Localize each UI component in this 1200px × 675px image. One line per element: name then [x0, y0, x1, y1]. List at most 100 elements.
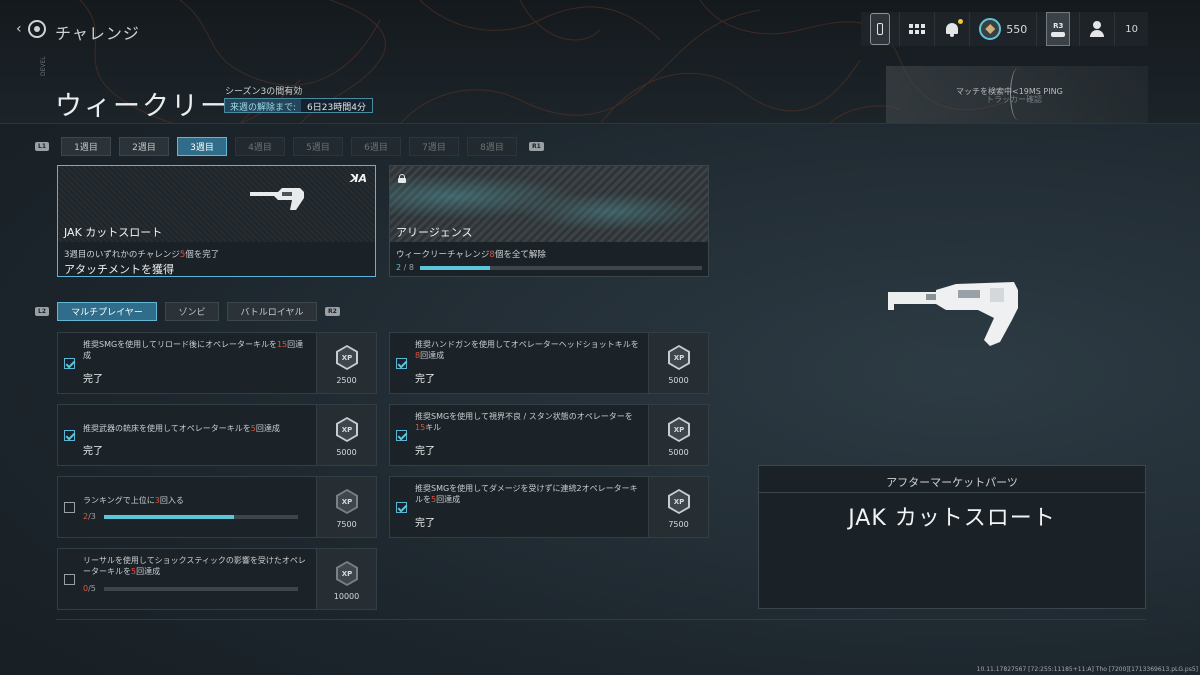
challenge-item[interactable]: 推奨武器の銃床を使用してオペレーターキルを5回達成 完了 5000	[57, 404, 377, 466]
party-icon	[1089, 21, 1105, 37]
checkbox[interactable]	[64, 358, 75, 369]
unlock-label: 来週の解除まで:	[225, 99, 302, 113]
party-count: 10	[1125, 23, 1138, 35]
page-title: ウィークリー	[55, 91, 229, 122]
tab-week-8[interactable]: 8週目	[467, 137, 517, 156]
reward-progress: 2 / 8	[396, 263, 702, 272]
challenge-text: リーサルを使用してショックスティックの影響を受けたオペレーターキルを5回達成	[83, 556, 306, 576]
rank-value: 550	[1006, 22, 1028, 36]
detail-panel: アフターマーケットパーツ JAK カットスロート	[758, 465, 1146, 609]
checkbox[interactable]	[396, 358, 407, 369]
xp-reward: 7500	[316, 477, 376, 537]
challenge-item[interactable]: ランキングで上位に3回入る 2/3 7500	[57, 476, 377, 538]
challenge-item[interactable]: リーサルを使用してショックスティックの影響を受けたオペレーターキルを5回達成 0…	[57, 548, 377, 610]
r2-hint: R2	[325, 307, 340, 316]
xp-icon	[336, 345, 358, 370]
challenge-text: 推奨SMGを使用してダメージを受けずに連続2オペレーターキルを5回達成	[415, 484, 638, 504]
matchmaking-panel: マッチを検索中<19MS PING トラッカー確認	[886, 66, 1148, 123]
hud-menu[interactable]	[900, 12, 936, 46]
detail-item-name: JAK カットスロート	[848, 506, 1056, 531]
reward-name: JAK カットスロート	[64, 226, 163, 239]
xp-icon	[668, 489, 690, 514]
hud-rank[interactable]: 550	[970, 12, 1038, 46]
reward-desc: ウィークリーチャレンジ8個を全て解除	[396, 250, 546, 260]
brand-logo: ꓘA	[349, 172, 367, 185]
tab-battle-royale[interactable]: バトルロイヤル	[227, 302, 317, 321]
checkbox[interactable]	[396, 430, 407, 441]
challenge-item[interactable]: 推奨SMGを使用してリロード後にオペレーターキルを15回達成 完了 2500	[57, 332, 377, 394]
checkbox[interactable]	[396, 502, 407, 513]
challenge-status: 完了	[415, 518, 435, 529]
header-bar: ‹ チャレンジ 550 R3 10 DEVEL ウィークリー シーズン3の間有効…	[0, 0, 1200, 124]
challenge-text: 推奨武器の銃床を使用してオペレーターキルを5回達成	[83, 424, 280, 433]
detail-category: アフターマーケットパーツ	[886, 476, 1018, 489]
challenge-progress: 0/5	[83, 584, 298, 593]
challenge-status: 完了	[83, 446, 103, 457]
l2-hint: L2	[35, 307, 49, 316]
divider	[56, 619, 1146, 620]
week-tabs: L1 1週目 2週目 3週目 4週目 5週目 6週目 7週目 8週目 R1	[35, 137, 544, 156]
tab-week-5[interactable]: 5週目	[293, 137, 343, 156]
challenge-status: 完了	[415, 446, 435, 457]
bell-icon	[944, 19, 964, 37]
hud-phone[interactable]	[861, 12, 901, 46]
xp-amount: 5000	[668, 448, 689, 457]
hud-r3[interactable]: R3	[1037, 12, 1081, 46]
r1-hint: R1	[529, 142, 544, 151]
hud-notifications[interactable]	[935, 12, 971, 46]
xp-icon	[668, 345, 690, 370]
r3-button-icon: R3	[1046, 12, 1071, 46]
progress-bar	[419, 265, 702, 270]
challenge-item[interactable]: 推奨SMGを使用して視界不良 / スタン状態のオペレーターを15キル 完了 50…	[389, 404, 709, 466]
tab-week-1[interactable]: 1週目	[61, 137, 111, 156]
challenge-progress: 2/3	[83, 512, 298, 521]
reward-sub: アタッチメントを獲得	[64, 263, 174, 276]
tab-week-6[interactable]: 6週目	[351, 137, 401, 156]
lock-icon	[398, 174, 406, 183]
hud-party[interactable]	[1080, 12, 1116, 46]
checkbox[interactable]	[64, 574, 75, 585]
checkbox[interactable]	[64, 430, 75, 441]
challenge-text: ランキングで上位に3回入る	[83, 496, 184, 505]
xp-amount: 2500	[336, 376, 357, 385]
xp-reward: 5000	[648, 405, 708, 465]
phone-icon	[870, 13, 891, 45]
xp-amount: 5000	[668, 376, 689, 385]
tab-week-2[interactable]: 2週目	[119, 137, 169, 156]
reward-name: アリージェンス	[396, 226, 473, 239]
xp-amount: 7500	[336, 520, 357, 529]
reward-card-jak[interactable]: ꓘA JAK カットスロート 3週目のいずれかのチャレンジ5個を完了 アタッチメ…	[57, 165, 376, 277]
r3-label: R3	[1053, 21, 1064, 30]
xp-reward: 5000	[648, 333, 708, 393]
back-button[interactable]: ‹	[16, 20, 46, 38]
challenge-item[interactable]: 推奨ハンドガンを使用してオペレーターヘッドショットキルを8回達成 完了 5000	[389, 332, 709, 394]
reward-desc: 3週目のいずれかのチャレンジ5個を完了	[64, 250, 220, 260]
xp-amount: 5000	[336, 448, 357, 457]
xp-reward: 5000	[316, 405, 376, 465]
checkbox[interactable]	[64, 502, 75, 513]
unlock-timer: 来週の解除まで: 6日23時間4分	[224, 98, 373, 113]
challenge-item[interactable]: 推奨SMGを使用してダメージを受けずに連続2オペレーターキルを5回達成 完了 7…	[389, 476, 709, 538]
tab-week-7[interactable]: 7週目	[409, 137, 459, 156]
challenge-text: 推奨SMGを使用して視界不良 / スタン状態のオペレーターを15キル	[415, 412, 633, 432]
challenge-status: 完了	[415, 374, 435, 385]
chevron-left-icon: ‹	[16, 21, 22, 37]
matchmaking-sub: トラッカー確認	[986, 95, 1042, 104]
tab-week-3[interactable]: 3週目	[177, 137, 227, 156]
unlock-value: 6日23時間4分	[301, 99, 372, 113]
breadcrumb: チャレンジ	[55, 24, 140, 43]
stock-attachment-icon	[250, 188, 304, 210]
rank-badge-icon	[979, 18, 1002, 40]
tab-week-4[interactable]: 4週目	[235, 137, 285, 156]
xp-icon	[336, 489, 358, 514]
tab-multiplayer[interactable]: マルチプレイヤー	[57, 302, 157, 321]
challenge-text: 推奨SMGを使用してリロード後にオペレーターキルを15回達成	[83, 340, 304, 360]
top-hud: 550 R3 10	[861, 12, 1148, 46]
season-note: シーズン3の間有効	[225, 87, 303, 97]
reward-card-allegiance[interactable]: アリージェンス ウィークリーチャレンジ8個を全て解除 2 / 8	[389, 165, 709, 277]
xp-icon	[668, 417, 690, 442]
tab-zombies[interactable]: ゾンビ	[165, 302, 219, 321]
xp-amount: 10000	[333, 592, 360, 601]
circle-button-icon	[27, 20, 46, 38]
xp-reward: 7500	[648, 477, 708, 537]
